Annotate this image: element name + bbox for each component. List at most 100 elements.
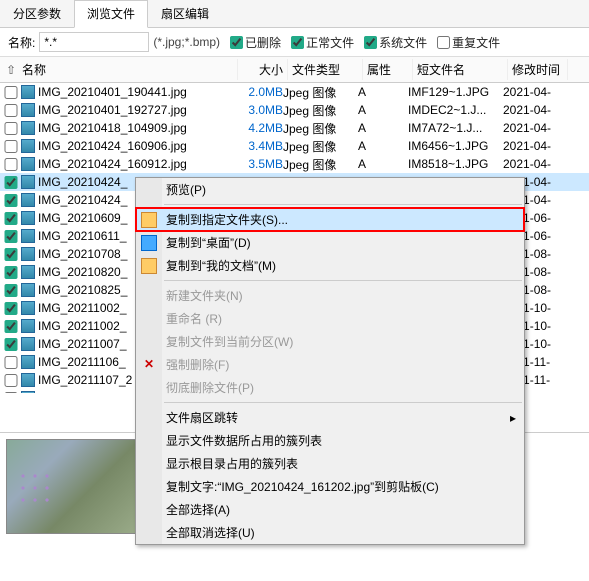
image-preview-pane	[0, 433, 150, 581]
name-label: 名称:	[8, 34, 35, 51]
chk-dup[interactable]	[437, 36, 450, 49]
file-date: 2021-04-	[503, 121, 563, 135]
file-date: 2021-04-	[503, 139, 563, 153]
file-name: IMG_20210424_160906.jpg	[38, 139, 233, 153]
row-checkbox[interactable]	[4, 86, 18, 99]
file-shortname: IM7A72~1.J...	[408, 121, 503, 135]
image-file-icon	[21, 103, 35, 117]
column-headers: ⇧ 名称 大小 文件类型 属性 短文件名 修改时间	[0, 57, 589, 83]
chk-dup-label: 重复文件	[452, 34, 500, 51]
row-checkbox[interactable]	[4, 230, 18, 243]
row-checkbox[interactable]	[4, 338, 18, 351]
file-size: 4.2MB	[233, 121, 283, 135]
menu-cluster-list[interactable]: 显示文件数据所占用的簇列表	[136, 429, 524, 452]
menu-preview[interactable]: 预览(P)	[136, 178, 524, 201]
row-checkbox[interactable]	[4, 302, 18, 315]
col-date[interactable]: 修改时间	[508, 59, 568, 80]
file-type: Jpeg 图像	[283, 84, 358, 101]
menu-copy-to-folder[interactable]: 复制到指定文件夹(S)...	[136, 208, 524, 231]
file-attr: A	[358, 139, 408, 153]
image-file-icon	[21, 139, 35, 153]
row-checkbox[interactable]	[4, 194, 18, 207]
chk-system[interactable]	[364, 36, 377, 49]
table-row[interactable]: IMG_20210424_160912.jpg3.5MBJpeg 图像AIM85…	[0, 155, 589, 173]
row-checkbox[interactable]	[4, 266, 18, 279]
image-file-icon	[21, 301, 35, 315]
menu-copy-text[interactable]: 复制文字:“IMG_20210424_161202.jpg”到剪贴板(C)	[136, 475, 524, 498]
file-date: 2021-04-	[503, 103, 563, 117]
image-file-icon	[21, 85, 35, 99]
file-date: 2021-04-	[503, 85, 563, 99]
table-row[interactable]: IMG_20210401_190441.jpg2.0MBJpeg 图像AIMF1…	[0, 83, 589, 101]
col-size[interactable]: 大小	[238, 59, 288, 80]
file-type: Jpeg 图像	[283, 102, 358, 119]
row-checkbox[interactable]	[4, 248, 18, 261]
image-file-icon	[21, 247, 35, 261]
chk-normal-label: 正常文件	[306, 34, 354, 51]
chk-normal[interactable]	[291, 36, 304, 49]
menu-select-all[interactable]: 全部选择(A)	[136, 498, 524, 521]
file-size: 3.5MB	[233, 157, 283, 171]
col-attr[interactable]: 属性	[363, 59, 413, 80]
menu-rename: 重命名 (R)	[136, 307, 524, 330]
image-file-icon	[21, 283, 35, 297]
file-size: 3.0MB	[233, 103, 283, 117]
tab-sector-edit[interactable]: 扇区编辑	[148, 0, 222, 27]
row-checkbox[interactable]	[4, 158, 18, 171]
preview-thumbnail	[6, 439, 136, 534]
row-checkbox[interactable]	[4, 392, 18, 394]
table-row[interactable]: IMG_20210401_192727.jpg3.0MBJpeg 图像AIMDE…	[0, 101, 589, 119]
file-attr: A	[358, 85, 408, 99]
delete-icon: ✕	[141, 357, 157, 373]
row-checkbox[interactable]	[4, 104, 18, 117]
image-file-icon	[21, 373, 35, 387]
menu-new-folder: 新建文件夹(N)	[136, 284, 524, 307]
table-row[interactable]: IMG_20210418_104909.jpg4.2MBJpeg 图像AIM7A…	[0, 119, 589, 137]
col-short[interactable]: 短文件名	[413, 59, 508, 80]
row-checkbox[interactable]	[4, 374, 18, 387]
main-tabs: 分区参数 浏览文件 扇区编辑	[0, 0, 589, 28]
menu-sector-jump[interactable]: 文件扇区跳转▸	[136, 406, 524, 429]
file-type: Jpeg 图像	[283, 120, 358, 137]
file-shortname: IM8518~1.JPG	[408, 157, 503, 171]
chk-deleted-label: 已删除	[245, 34, 281, 51]
context-menu: 预览(P) 复制到指定文件夹(S)... 复制到“桌面”(D) 复制到“我的文档…	[135, 177, 525, 545]
menu-deselect-all[interactable]: 全部取消选择(U)	[136, 521, 524, 544]
menu-copy-to-partition: 复制文件到当前分区(W)	[136, 330, 524, 353]
row-checkbox[interactable]	[4, 320, 18, 333]
row-checkbox[interactable]	[4, 284, 18, 297]
filter-bar: 名称: (*.jpg;*.bmp) 已删除 正常文件 系统文件 重复文件	[0, 28, 589, 57]
row-checkbox[interactable]	[4, 122, 18, 135]
tab-browse-files[interactable]: 浏览文件	[74, 0, 148, 28]
file-name: IMG_20210418_104909.jpg	[38, 121, 233, 135]
menu-copy-desktop[interactable]: 复制到“桌面”(D)	[136, 231, 524, 254]
menu-root-cluster-list[interactable]: 显示根目录占用的簇列表	[136, 452, 524, 475]
ext-hint: (*.jpg;*.bmp)	[153, 35, 220, 49]
file-attr: A	[358, 121, 408, 135]
row-checkbox[interactable]	[4, 356, 18, 369]
menu-copy-docs[interactable]: 复制到“我的文档”(M)	[136, 254, 524, 277]
file-size: 2.0MB	[233, 85, 283, 99]
folder-icon	[141, 212, 157, 228]
image-file-icon	[21, 265, 35, 279]
table-row[interactable]: IMG_20210424_160906.jpg3.4MBJpeg 图像AIM64…	[0, 137, 589, 155]
image-file-icon	[21, 355, 35, 369]
menu-permanent-delete: 彻底删除文件(P)	[136, 376, 524, 399]
row-checkbox[interactable]	[4, 176, 18, 189]
col-name[interactable]: 名称	[18, 59, 238, 80]
tab-partition-params[interactable]: 分区参数	[0, 0, 74, 27]
col-type[interactable]: 文件类型	[288, 59, 363, 80]
file-shortname: IMDEC2~1.J...	[408, 103, 503, 117]
up-icon[interactable]: ⇧	[4, 63, 18, 77]
row-checkbox[interactable]	[4, 212, 18, 225]
file-shortname: IMF129~1.JPG	[408, 85, 503, 99]
file-attr: A	[358, 157, 408, 171]
chk-deleted[interactable]	[230, 36, 243, 49]
file-name: IMG_20210424_160912.jpg	[38, 157, 233, 171]
file-attr: A	[358, 103, 408, 117]
image-file-icon	[21, 211, 35, 225]
row-checkbox[interactable]	[4, 140, 18, 153]
name-pattern-input[interactable]	[39, 32, 149, 52]
image-file-icon	[21, 229, 35, 243]
desktop-icon	[141, 235, 157, 251]
